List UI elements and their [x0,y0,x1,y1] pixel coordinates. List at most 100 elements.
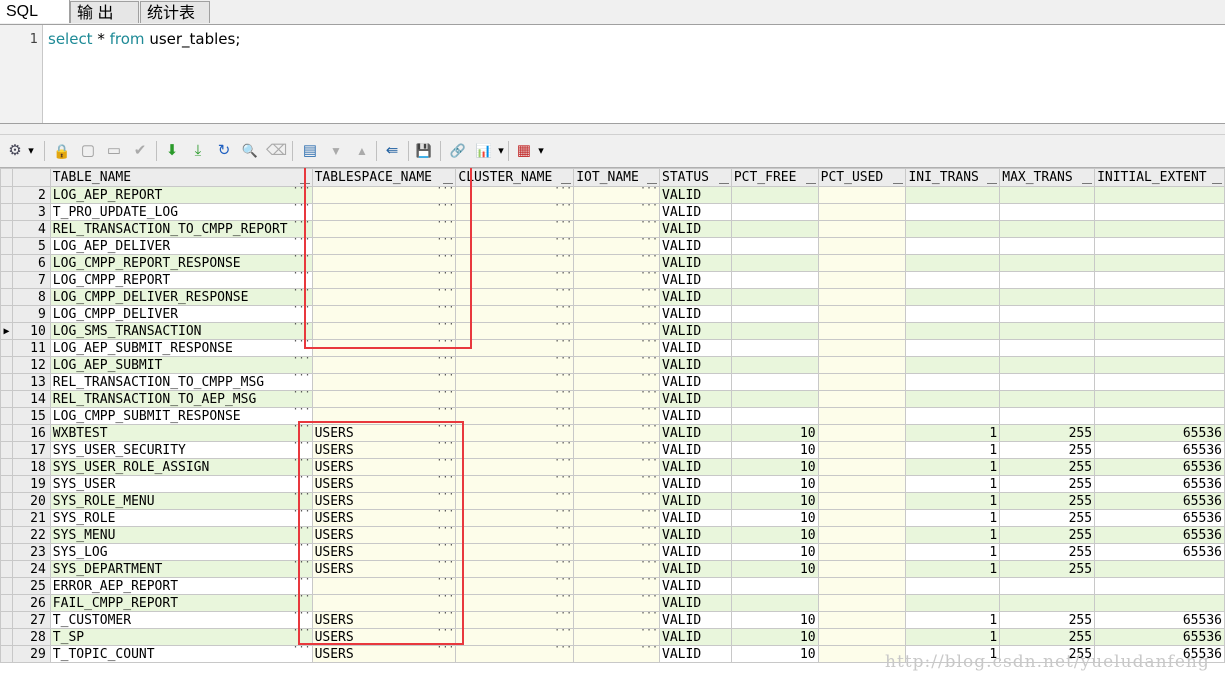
cell-pct-used[interactable] [817,356,907,374]
export-icon[interactable]: ⇚ [382,141,402,161]
cell-status[interactable]: VALID [659,237,732,255]
cell-max-trans[interactable]: 255 [999,492,1096,510]
fetch-next-icon[interactable]: ⬇ [162,141,182,161]
tab-sql[interactable]: SQL [0,0,70,23]
cell-status[interactable]: VALID [659,509,732,527]
link-icon[interactable]: 🔗 [448,141,468,161]
sort-icon[interactable] [805,171,816,184]
cell-table-name[interactable]: SYS_USER ··· [49,475,313,493]
cell-initial-extent[interactable]: 65536 [1094,611,1225,629]
cell-pct-free[interactable] [730,186,819,204]
cell-table-name[interactable]: LOG_CMPP_REPORT_RESPONSE ··· [49,254,313,272]
cell-pct-used[interactable] [817,237,907,255]
cell-max-trans[interactable] [999,305,1096,323]
cell-initial-extent[interactable] [1094,254,1225,272]
cell-iot-name[interactable]: ··· [573,475,661,493]
cell-max-trans[interactable] [999,288,1096,306]
cell-max-trans[interactable]: 255 [999,560,1096,578]
cell-ini-trans[interactable] [905,203,1001,221]
cell-pct-free[interactable] [730,305,819,323]
cell-table-name[interactable]: LOG_SMS_TRANSACTION ··· [49,322,313,340]
cell-iot-name[interactable]: ··· [573,322,661,340]
cell-tablespace-name[interactable]: USERS ··· [311,543,457,561]
cell-iot-name[interactable]: ··· [573,560,661,578]
chevron-down-icon[interactable]: ▾ [496,141,506,161]
cell-pct-free[interactable]: 10 [730,560,819,578]
cell-initial-extent[interactable]: 65536 [1094,424,1225,442]
cell-pct-free[interactable]: 10 [730,441,819,459]
cell-editor-button[interactable]: ··· [554,239,572,246]
table-view-icon[interactable]: ▦ [514,141,534,161]
table-row[interactable]: 3 T_PRO_UPDATE_LOG ··· ··· ··· ··· VALID [0,203,1225,221]
cell-initial-extent[interactable]: 65536 [1094,509,1225,527]
chevron-down-icon[interactable]: ▾ [536,141,546,161]
sort-icon[interactable] [718,171,729,184]
cell-table-name[interactable]: LOG_CMPP_REPORT ··· [49,271,313,289]
cell-cluster-name[interactable]: ··· [455,305,575,323]
cell-editor-button[interactable]: ··· [640,358,658,365]
cell-iot-name[interactable]: ··· [573,458,661,476]
col-header-pct-used[interactable]: PCT_USED [817,168,907,187]
cell-tablespace-name[interactable]: ··· [311,356,457,374]
cell-status[interactable]: VALID [659,186,732,204]
cell-tablespace-name[interactable]: ··· [311,186,457,204]
cell-editor-button[interactable]: ··· [436,545,454,552]
cell-max-trans[interactable]: 255 [999,628,1096,646]
cell-editor-button[interactable]: ··· [293,222,311,229]
cell-cluster-name[interactable]: ··· [455,543,575,561]
cell-editor-button[interactable]: ··· [554,409,572,416]
cell-table-name[interactable]: REL_TRANSACTION_TO_CMPP_MSG ··· [49,373,313,391]
cell-ini-trans[interactable] [905,356,1001,374]
table-row[interactable]: 23 SYS_LOG ··· USERS ··· ··· ··· VALID 10 1 255 655… [0,543,1225,561]
cell-max-trans[interactable] [999,203,1096,221]
cell-table-name[interactable]: REL_TRANSACTION_TO_CMPP_REPORT ··· [49,220,313,238]
cell-max-trans[interactable]: 255 [999,458,1096,476]
cell-pct-free[interactable] [730,220,819,238]
cell-status[interactable]: VALID [659,305,732,323]
cell-status[interactable]: VALID [659,254,732,272]
cell-editor-button[interactable]: ··· [436,188,454,195]
cell-pct-free[interactable] [730,271,819,289]
cell-table-name[interactable]: SYS_MENU ··· [49,526,313,544]
cell-editor-button[interactable]: ··· [640,188,658,195]
cell-editor-button[interactable]: ··· [436,613,454,620]
cell-initial-extent[interactable] [1094,305,1225,323]
table-row[interactable]: 11 LOG_AEP_SUBMIT_RESPONSE ··· ··· ··· ··· VAL… [0,339,1225,357]
cell-ini-trans[interactable] [905,186,1001,204]
cell-editor-button[interactable]: ··· [436,443,454,450]
cell-pct-used[interactable] [817,305,907,323]
cell-editor-button[interactable]: ··· [293,596,311,603]
cell-editor-button[interactable]: ··· [640,511,658,518]
cell-tablespace-name[interactable]: ··· [311,271,457,289]
fetch-last-icon[interactable]: ⤓ [188,141,208,161]
cell-table-name[interactable]: LOG_CMPP_SUBMIT_RESPONSE ··· [49,407,313,425]
cell-editor-button[interactable]: ··· [554,358,572,365]
cell-iot-name[interactable]: ··· [573,271,661,289]
cell-editor-button[interactable]: ··· [640,290,658,297]
cell-pct-free[interactable]: 10 [730,628,819,646]
cell-editor-button[interactable]: ··· [436,358,454,365]
cell-ini-trans[interactable] [905,305,1001,323]
cell-editor-button[interactable]: ··· [293,392,311,399]
cell-editor-button[interactable]: ··· [640,528,658,535]
cell-initial-extent[interactable] [1094,407,1225,425]
cell-editor-button[interactable]: ··· [293,307,311,314]
cell-editor-button[interactable]: ··· [640,647,658,654]
cell-editor-button[interactable]: ··· [554,579,572,586]
find-icon[interactable]: 🔍 [240,141,260,161]
sort-icon[interactable] [299,171,310,184]
cell-cluster-name[interactable]: ··· [455,475,575,493]
cell-editor-button[interactable]: ··· [293,273,311,280]
cell-editor-button[interactable]: ··· [436,222,454,229]
cell-pct-used[interactable] [817,560,907,578]
cell-editor-button[interactable]: ··· [293,528,311,535]
table-row[interactable]: 17 SYS_USER_SECURITY ··· USERS ··· ··· ··· VALI… [0,441,1225,459]
cell-initial-extent[interactable] [1094,577,1225,595]
cell-editor-button[interactable]: ··· [436,256,454,263]
cell-ini-trans[interactable]: 1 [905,560,1001,578]
cell-iot-name[interactable]: ··· [573,577,661,595]
cell-editor-button[interactable]: ··· [293,477,311,484]
cell-tablespace-name[interactable]: ··· [311,577,457,595]
cell-editor-button[interactable]: ··· [436,562,454,569]
cell-editor-button[interactable]: ··· [293,409,311,416]
